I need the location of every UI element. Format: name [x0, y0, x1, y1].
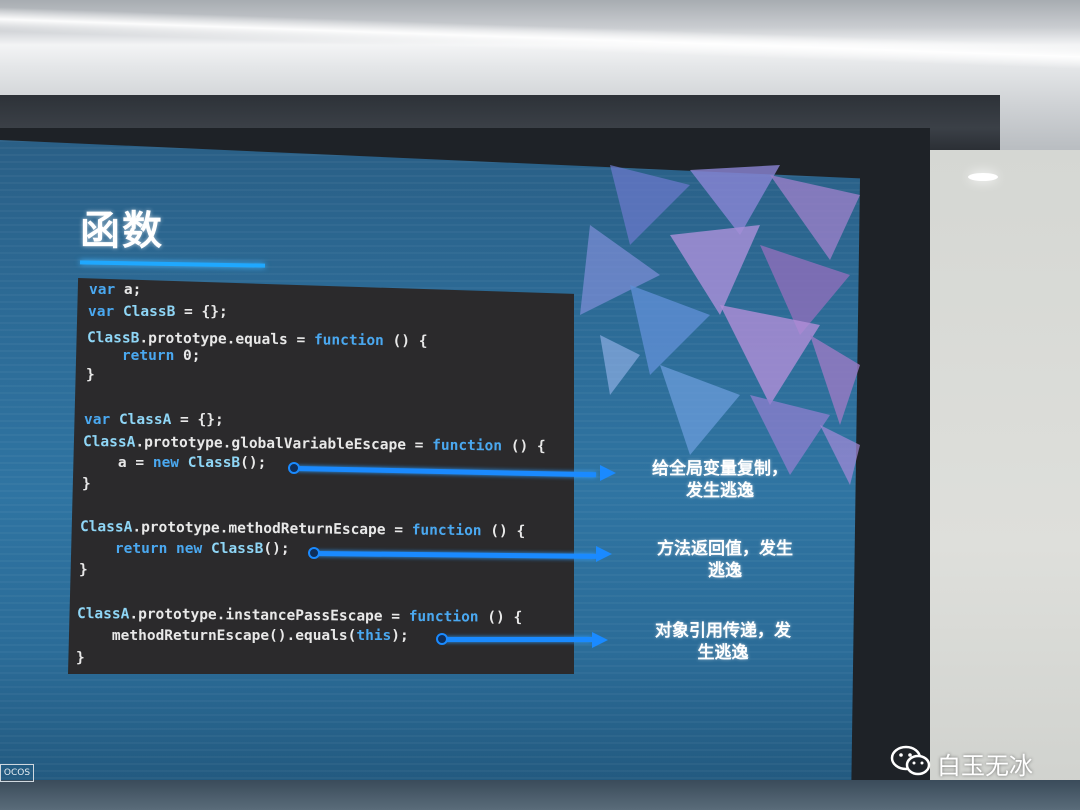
annotation-line: 给全局变量复制，	[652, 459, 788, 479]
code-line-text: }	[79, 562, 88, 578]
floor	[0, 780, 1080, 810]
code-line-text: var a;	[89, 282, 142, 298]
annotation-method-return: 方法返回值，发生 逃逸	[640, 538, 810, 582]
annotation-global-variable: 给全局变量复制， 发生逃逸	[640, 458, 800, 502]
code-line-text: return new ClassB();	[114, 541, 290, 557]
annotation-line: 发生逃逸	[686, 481, 754, 501]
code-line-text: return 0;	[121, 348, 201, 364]
code-line: }	[82, 476, 91, 492]
watermark-text: 白玉无冰	[937, 752, 1033, 780]
code-line: a = new ClassB();	[83, 455, 266, 471]
code-line-text: }	[86, 367, 95, 383]
arrow-line-3	[444, 637, 592, 642]
code-line: methodReturnEscape().equals(this);	[77, 628, 409, 644]
code-line: return 0;	[87, 348, 201, 364]
annotation-line: 对象引用传递，发	[655, 621, 791, 641]
code-line: }	[86, 367, 95, 383]
code-line: var ClassB = {};	[88, 304, 228, 320]
code-line: }	[79, 562, 88, 578]
code-line: return new ClassB();	[80, 541, 290, 557]
code-line: var ClassA = {};	[84, 412, 224, 428]
code-line-text: var ClassA = {};	[84, 412, 224, 428]
right-wall	[928, 150, 1080, 810]
slide-title: 函数	[80, 208, 164, 254]
code-line-text: a = new ClassB();	[83, 455, 267, 471]
arrow-head-3	[592, 632, 608, 648]
code-line-text: var ClassB = {};	[88, 304, 228, 320]
annotation-instance-pass: 对象引用传递，发 生逃逸	[638, 620, 808, 664]
arrow-head-1	[600, 465, 616, 481]
decorative-triangles	[580, 165, 860, 485]
code-line: }	[76, 650, 85, 666]
annotation-line: 方法返回值，发生	[657, 539, 793, 559]
code-line-text: }	[82, 476, 91, 492]
arrow-dot-2	[308, 547, 320, 559]
arrow-head-2	[596, 546, 612, 562]
annotation-line: 生逃逸	[697, 643, 749, 663]
code-line-text: }	[76, 650, 85, 666]
wechat-icon	[890, 745, 931, 776]
code-line: var a;	[89, 282, 141, 298]
corner-logo: OCOS	[0, 764, 34, 782]
annotation-line: 逃逸	[708, 561, 742, 581]
wall-light	[968, 173, 998, 181]
arrow-dot-3	[436, 633, 448, 645]
code-line-text: methodReturnEscape().equals(this);	[77, 628, 409, 644]
arrow-dot-1	[288, 462, 300, 474]
